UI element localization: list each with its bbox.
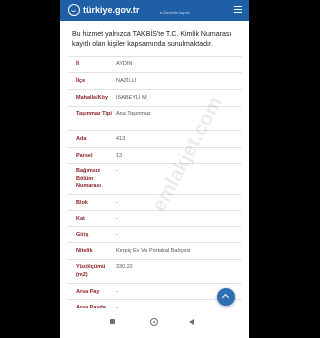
table-row: İl AYDIN xyxy=(68,56,242,72)
row-value: - xyxy=(116,232,118,238)
table-row: İlçe NAZİLLİ xyxy=(68,72,242,89)
row-label: Ada xyxy=(76,136,87,142)
row-value: - xyxy=(116,216,118,222)
row-label: Giriş xyxy=(76,232,89,238)
recent-apps-button[interactable] xyxy=(110,319,115,324)
android-navigation-bar xyxy=(60,308,249,338)
row-label: Taşınmaz Tipi xyxy=(76,111,112,117)
phone-screen: türkiye.gov.tr e-Devletin kapısı Bu hizm… xyxy=(60,0,249,338)
row-value: - xyxy=(116,289,118,295)
table-row: Giriş - xyxy=(68,226,242,242)
row-label: İlçe xyxy=(76,78,86,84)
site-logo[interactable]: türkiye.gov.tr xyxy=(68,3,139,17)
table-row: Nitelik Kerpiç Ev Ve Portakal Bahçesi xyxy=(68,242,242,259)
row-label: Bağımsız Bölüm Numarası xyxy=(76,168,102,189)
table-row: Ada 413 xyxy=(68,130,242,147)
table-row: Arsa Pay - xyxy=(68,283,242,299)
table-row: Yüzölçümü (m2) 330.22 xyxy=(68,259,242,283)
row-label: Yüzölçümü (m2) xyxy=(76,264,106,278)
row-label: İl xyxy=(76,61,80,67)
row-label: Blok xyxy=(76,200,88,206)
row-value: - xyxy=(116,200,118,206)
property-info-table: İl AYDIN İlçe NAZİLLİ Mahalle/Köy İSABEY… xyxy=(68,56,242,315)
table-row: Parsel 13 xyxy=(68,147,242,163)
table-row: Kat - xyxy=(68,210,242,226)
scroll-to-top-button[interactable] xyxy=(217,288,235,306)
row-value: NAZİLLİ xyxy=(116,78,137,84)
row-value: 330.22 xyxy=(116,264,133,270)
row-label: Kat xyxy=(76,216,85,222)
row-label: Parsel xyxy=(76,153,93,159)
site-header: türkiye.gov.tr e-Devletin kapısı xyxy=(60,0,249,21)
back-button[interactable] xyxy=(189,319,194,325)
home-button[interactable] xyxy=(150,318,158,326)
row-value: 413 xyxy=(116,136,126,142)
turkiye-logo-icon xyxy=(68,4,80,16)
brand-name: türkiye.gov.tr xyxy=(83,5,140,15)
row-label: Nitelik xyxy=(76,248,93,254)
row-value: Kerpiç Ev Ve Portakal Bahçesi xyxy=(116,248,191,254)
row-value: - xyxy=(116,168,118,174)
row-label: Arsa Pay xyxy=(76,289,100,295)
row-value: AYDIN xyxy=(116,61,133,67)
brand-subtitle: e-Devletin kapısı xyxy=(160,10,190,15)
hamburger-menu-icon[interactable] xyxy=(234,6,242,13)
service-notice: Bu hizmet yalnızca TAKBİS'te T.C. Kimlik… xyxy=(72,31,232,48)
row-value: Ana Taşınmaz xyxy=(116,111,151,117)
row-value: İSABEYLİ M xyxy=(116,95,147,101)
row-label: Mahalle/Köy xyxy=(76,95,109,101)
row-value: 13 xyxy=(116,153,123,159)
